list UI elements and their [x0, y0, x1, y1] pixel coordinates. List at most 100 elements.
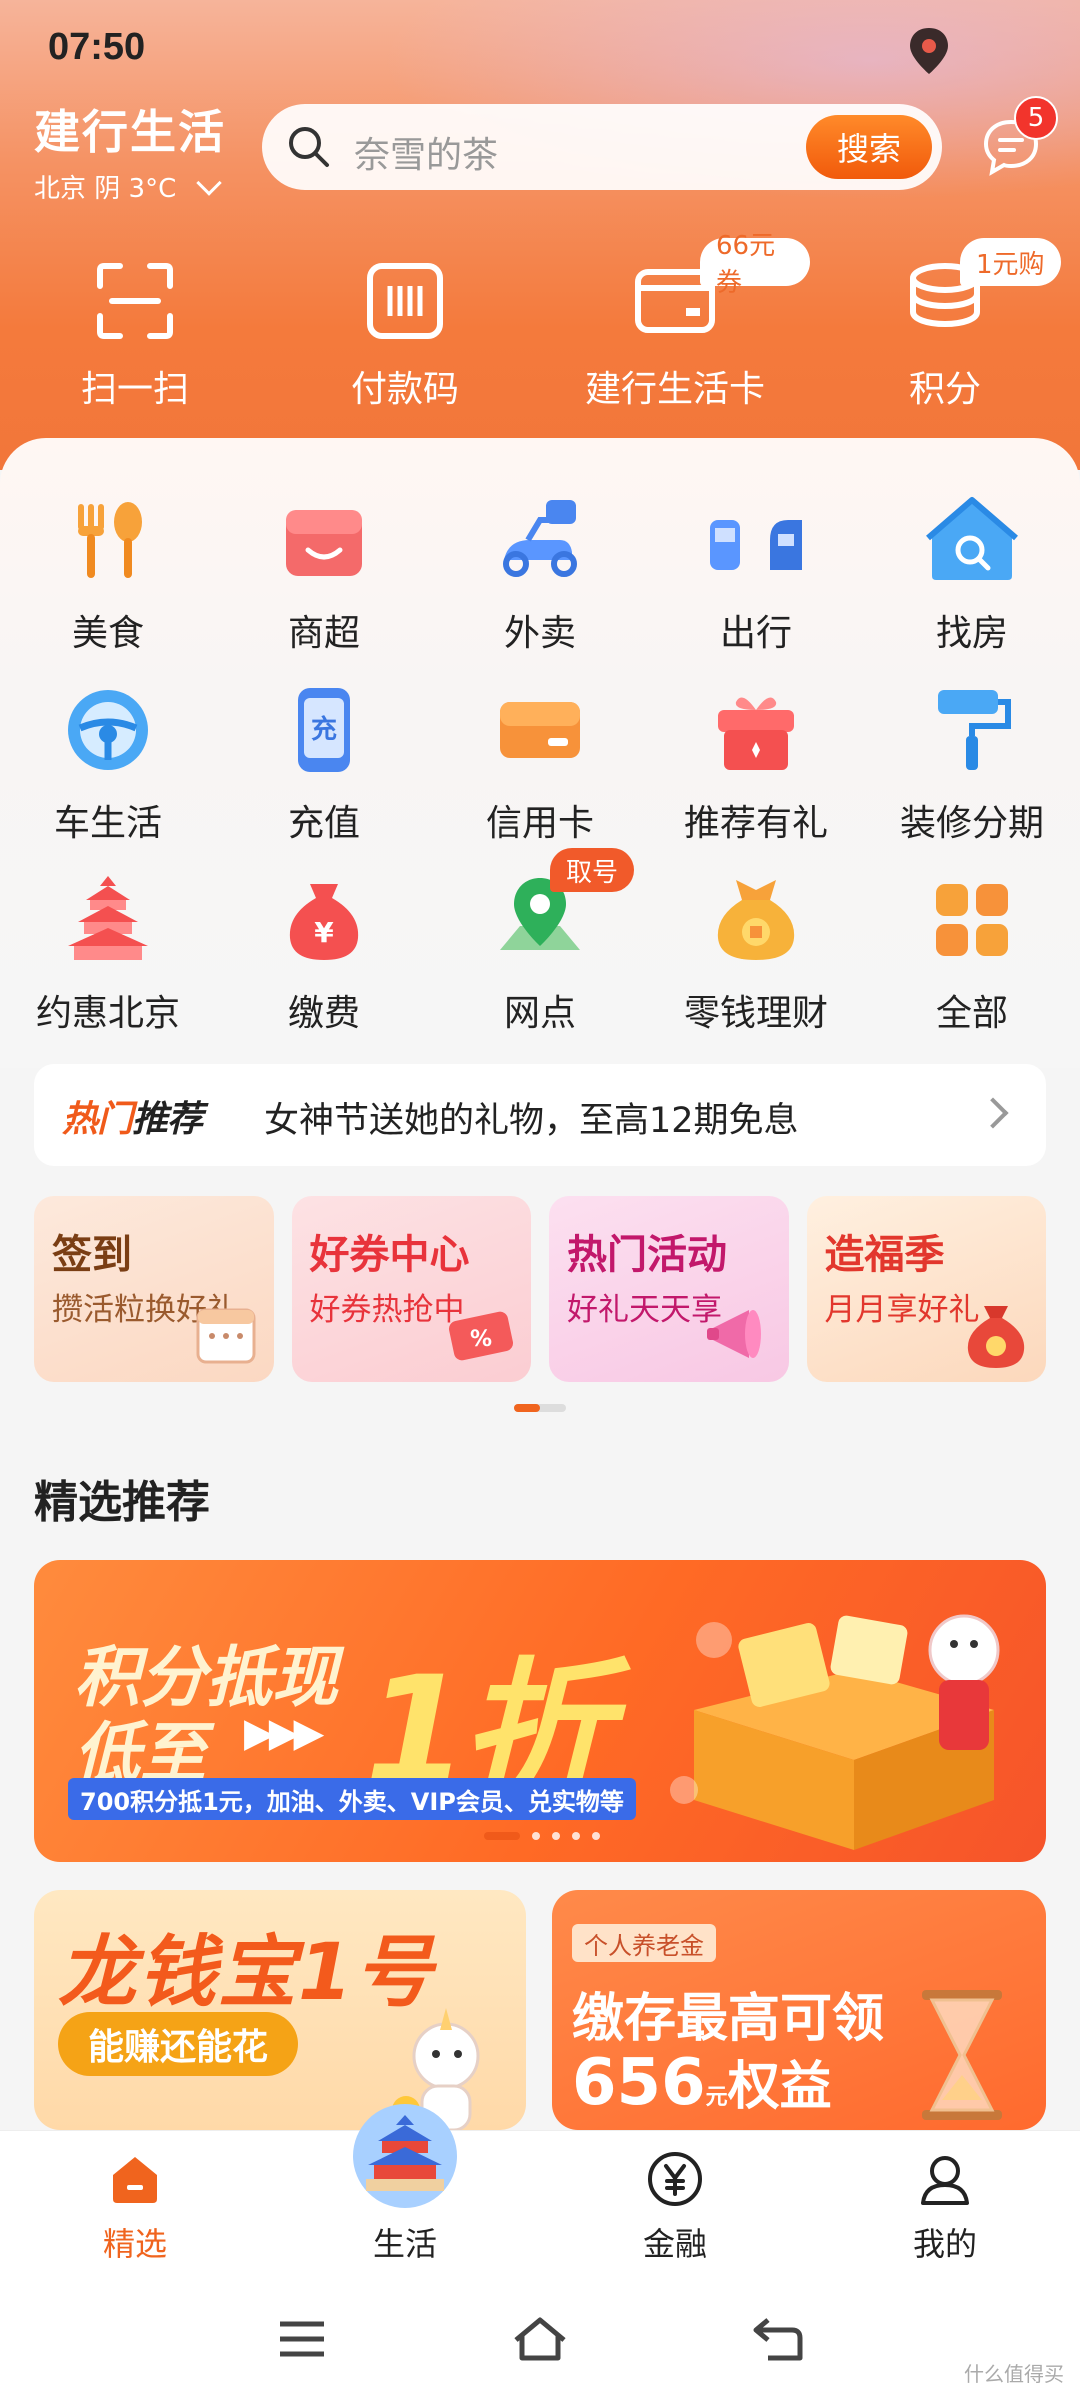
feature-card-title: 好券中心 — [309, 1232, 470, 1278]
service-food[interactable]: 美食 — [0, 470, 216, 660]
hot-recommend-strip[interactable]: 热门推荐 女神节送她的礼物，至高12期免息 — [34, 1064, 1046, 1166]
tab-life[interactable]: 生活 — [270, 2104, 540, 2270]
brand-block[interactable]: 建行生活 北京 阴 3°C — [34, 96, 226, 205]
back-icon[interactable] — [748, 2314, 808, 2364]
feature-card-checkin[interactable]: 签到 攒活粒换好礼 — [34, 1196, 274, 1382]
service-house[interactable]: 找房 — [864, 470, 1080, 660]
service-label: 找房 — [935, 613, 1008, 654]
service-bill-pay[interactable]: ¥ 缴费 — [216, 850, 432, 1040]
service-label: 出行 — [719, 613, 792, 654]
longqianbao-pill: 能赚还能花 — [58, 2012, 299, 2076]
tab-label: 金融 — [642, 2225, 707, 2263]
quick-action-life-card[interactable]: 66元券 建行生活卡 — [540, 231, 810, 420]
system-nav-bar — [0, 2270, 1080, 2400]
quick-action-scan[interactable]: 扫一扫 — [0, 250, 270, 420]
quick-actions: 扫一扫 付款码 66元券 建行生活卡 1元购 积分 — [0, 231, 1080, 420]
quick-action-label: 建行生活卡 — [584, 369, 765, 410]
money-bag-icon: ¥ — [289, 884, 359, 960]
quick-action-tag: 66元券 — [700, 231, 810, 298]
service-label: 充值 — [287, 803, 360, 844]
service-label: 外卖 — [503, 613, 576, 654]
service-label: 网点 — [503, 993, 576, 1034]
hot-recommend-tag: 热门推荐 — [62, 1090, 203, 1142]
pension-tag: 个人养老金 — [572, 1924, 716, 1962]
service-transit[interactable]: 出行 — [648, 470, 864, 660]
svg-text:¥: ¥ — [314, 916, 334, 949]
tab-mine[interactable]: 我的 — [810, 2131, 1080, 2270]
menu-icon[interactable] — [272, 2314, 332, 2364]
quick-action-paycode[interactable]: 付款码 — [270, 250, 540, 420]
house-icon — [926, 497, 1018, 580]
home-nav-icon[interactable] — [510, 2314, 570, 2364]
location-icon — [910, 28, 948, 74]
service-supermarket[interactable]: 商超 — [216, 470, 432, 660]
search-bar[interactable]: 奈雪的茶 搜索 — [262, 104, 942, 190]
carousel-indicator-active — [514, 1404, 540, 1412]
service-label: 信用卡 — [485, 803, 594, 844]
phone-topup-icon: 充 — [298, 688, 350, 772]
yuan-icon — [648, 2152, 702, 2206]
feature-card-events[interactable]: 热门活动 好礼天天享 — [549, 1196, 789, 1382]
credit-card-icon — [500, 702, 580, 758]
tab-label: 我的 — [912, 2225, 977, 2263]
lucky-bag-icon — [967, 1306, 1025, 1368]
service-label: 推荐有礼 — [683, 803, 828, 844]
service-referral[interactable]: 推荐有礼 — [648, 660, 864, 850]
weather-selector[interactable]: 北京 阴 3°C — [34, 168, 226, 205]
service-delivery[interactable]: 外卖 — [432, 470, 648, 660]
barcode-icon — [367, 263, 443, 339]
longqianbao-title: 龙钱宝1号 — [58, 1928, 435, 2018]
service-label: 约惠北京 — [35, 993, 180, 1034]
service-beijing-deals[interactable]: 约惠北京 — [0, 850, 216, 1040]
all-apps-icon — [936, 884, 1008, 956]
svg-text:%: % — [470, 1327, 492, 1352]
paint-roller-icon — [938, 690, 1011, 770]
pension-amount-line: 656元权益 — [572, 2044, 832, 2120]
service-credit-card[interactable]: 信用卡 — [432, 660, 648, 850]
service-branch[interactable]: 取号 网点 — [432, 848, 648, 1040]
quick-action-tag: 1元购 — [960, 238, 1061, 286]
coupon-icon: % — [448, 1311, 514, 1361]
service-renovation[interactable]: 装修分期 — [864, 660, 1080, 850]
feature-card-blessing-season[interactable]: 造福季 月月享好礼 — [806, 1196, 1046, 1382]
quick-action-label: 扫一扫 — [80, 369, 189, 410]
calendar-icon — [196, 1308, 255, 1364]
chevron-right-icon — [977, 1097, 1009, 1129]
hourglass-icon — [922, 1990, 1002, 2120]
service-label: 零钱理财 — [683, 993, 828, 1034]
search-input[interactable]: 奈雪的茶 — [354, 126, 498, 178]
quick-action-label: 积分 — [908, 369, 981, 410]
service-label: 全部 — [935, 993, 1008, 1034]
banner-arrows-icon: ▶▶▶ — [244, 1710, 324, 1756]
quick-action-points[interactable]: 1元购 积分 — [810, 238, 1080, 420]
feature-card-title: 签到 — [52, 1232, 132, 1278]
section-title: 精选推荐 — [34, 1477, 210, 1528]
service-label: 商超 — [287, 613, 360, 654]
delivery-icon — [503, 500, 577, 577]
search-icon — [289, 127, 329, 167]
longqianbao-card[interactable]: 龙钱宝1号 能赚还能花 — [34, 1890, 526, 2130]
pension-amount: 656 — [572, 2046, 706, 2120]
user-icon — [921, 2156, 969, 2205]
service-tag: 取号 — [550, 848, 635, 892]
service-car-life[interactable]: 车生活 — [0, 660, 216, 850]
treasure-chest-icon — [670, 1614, 1000, 1850]
points-cash-banner[interactable]: 积分抵现 低至 ▶▶▶ 1折 700积分抵1元，加油、外卖、VIP会员、兑实物等 — [34, 1560, 1046, 1862]
feature-cards: 签到 攒活粒换好礼 好券中心 好券热抢中 % 热门活动 好礼天天享 造福季 月月… — [34, 1196, 1046, 1382]
service-wealth[interactable]: 零钱理财 — [648, 850, 864, 1040]
tab-featured[interactable]: 精选 — [0, 2131, 270, 2270]
feature-card-title: 热门活动 — [567, 1232, 727, 1278]
feature-card-title: 造福季 — [824, 1232, 945, 1278]
banner-pager — [484, 1832, 600, 1840]
pension-card[interactable]: 个人养老金 缴存最高可领 656元权益 — [552, 1890, 1046, 2130]
service-label: 美食 — [71, 613, 144, 654]
food-icon — [78, 502, 142, 578]
watermark: 什么值得买 — [964, 2362, 1064, 2386]
tab-finance[interactable]: 金融 — [540, 2131, 810, 2270]
services-grid: 美食 商超 外卖 出行 找房 车生活 充 充值 信用卡 推荐有礼 装修分期 约惠… — [0, 470, 1080, 1040]
service-all[interactable]: 全部 — [864, 850, 1080, 1040]
service-topup[interactable]: 充 充值 — [216, 660, 432, 850]
feature-card-coupons[interactable]: 好券中心 好券热抢中 % — [291, 1196, 531, 1382]
search-button[interactable]: 搜索 — [806, 115, 932, 179]
hot-recommend-text: 女神节送她的礼物，至高12期免息 — [264, 1101, 799, 1141]
